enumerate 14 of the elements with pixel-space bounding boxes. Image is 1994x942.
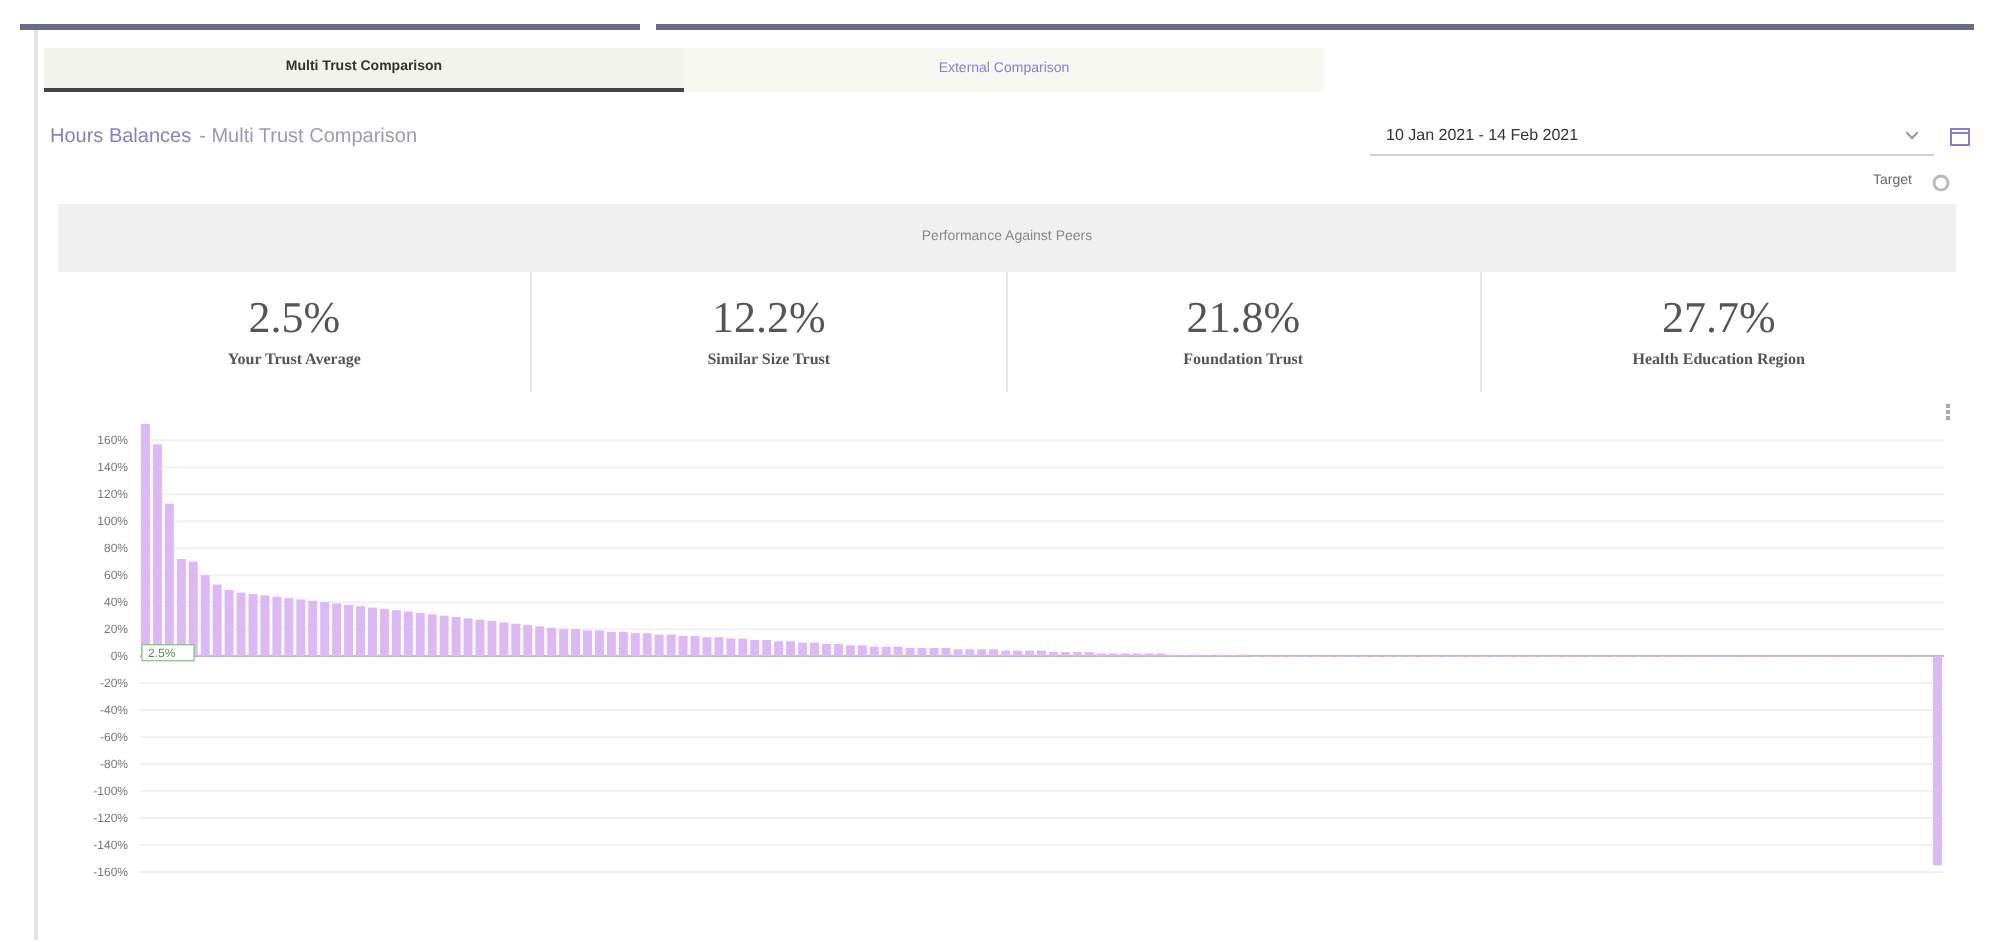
stat-label: Foundation Trust [1183, 347, 1304, 371]
breadcrumb-link[interactable]: Hours Balances [50, 125, 192, 147]
stat-value: 21.8% [1186, 293, 1301, 341]
settings-icon[interactable] [1932, 173, 1950, 191]
calendar-icon[interactable] [1950, 126, 1970, 146]
stat-label: Health Education Region [1632, 347, 1805, 371]
stat-value: 27.7% [1661, 293, 1776, 341]
stat-label: Similar Size Trust [707, 347, 831, 371]
breadcrumb-page: - Multi Trust Comparison [199, 125, 418, 147]
stat-label: Your Trust Average [227, 347, 361, 371]
stat-value: 2.5% [248, 293, 341, 341]
date-range-field[interactable]: 10 Jan 2021 - 14 Feb 2021 [1370, 116, 1934, 156]
chevron-down-icon [1906, 131, 1918, 139]
stat-value: 12.2% [711, 293, 826, 341]
